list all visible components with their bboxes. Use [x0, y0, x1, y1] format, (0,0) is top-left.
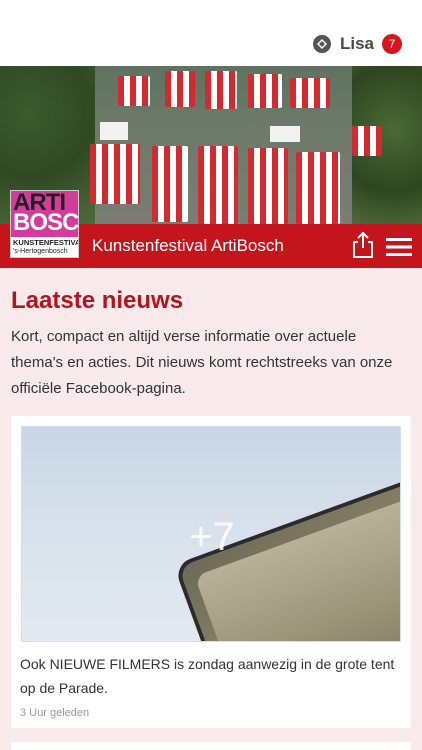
market-tent: [296, 152, 340, 224]
market-tent: [198, 146, 238, 224]
white-tent: [270, 126, 300, 142]
market-tent: [248, 148, 288, 224]
news-timestamp: 3 Uur geleden: [20, 707, 90, 719]
market-tent: [352, 126, 382, 156]
mirror-reflection: [194, 487, 400, 641]
share-icon[interactable]: [350, 231, 376, 259]
user-menu[interactable]: Lisa 7: [312, 33, 402, 55]
festival-title: Kunstenfestival ArtiBosch: [92, 236, 284, 255]
artibosch-logo: ARTI BOSCH KUNSTENFESTIVAL 's-Hertogenbo…: [10, 190, 79, 258]
market-tent: [248, 74, 282, 108]
logo-word-bosch: BOSCH: [13, 209, 79, 236]
white-tent: [100, 122, 128, 140]
news-card[interactable]: +7 Ook NIEUWE FILMERS is zondag aanwezig…: [11, 416, 411, 728]
hamburger-menu-icon[interactable]: [386, 237, 412, 257]
news-image[interactable]: +7: [21, 426, 401, 642]
market-tent: [205, 71, 237, 109]
sync-icon: [312, 35, 331, 53]
market-tent: [290, 78, 330, 108]
logo-subtitle: KUNSTENFESTIVAL: [13, 238, 79, 247]
app-screen: Lisa 7 Kunstenfestival ArtiBosch ARTI BO…: [0, 0, 422, 750]
top-bar: Lisa 7: [0, 0, 422, 66]
user-name: Lisa: [339, 34, 374, 53]
market-tent: [165, 71, 195, 107]
page-title: Laatste nieuws: [11, 287, 184, 314]
market-tent: [152, 146, 188, 222]
news-card-next[interactable]: [11, 742, 411, 750]
market-tent: [118, 76, 150, 106]
logo-city: 's-Hertogenbosch: [13, 248, 68, 255]
news-text: Ook NIEUWE FILMERS is zondag aanwezig in…: [20, 656, 395, 696]
market-tent: [90, 144, 140, 204]
notification-badge[interactable]: 7: [382, 34, 402, 54]
intro-text: Kort, compact en altijd verse informatie…: [11, 328, 393, 397]
more-images-count: +7: [189, 515, 235, 559]
